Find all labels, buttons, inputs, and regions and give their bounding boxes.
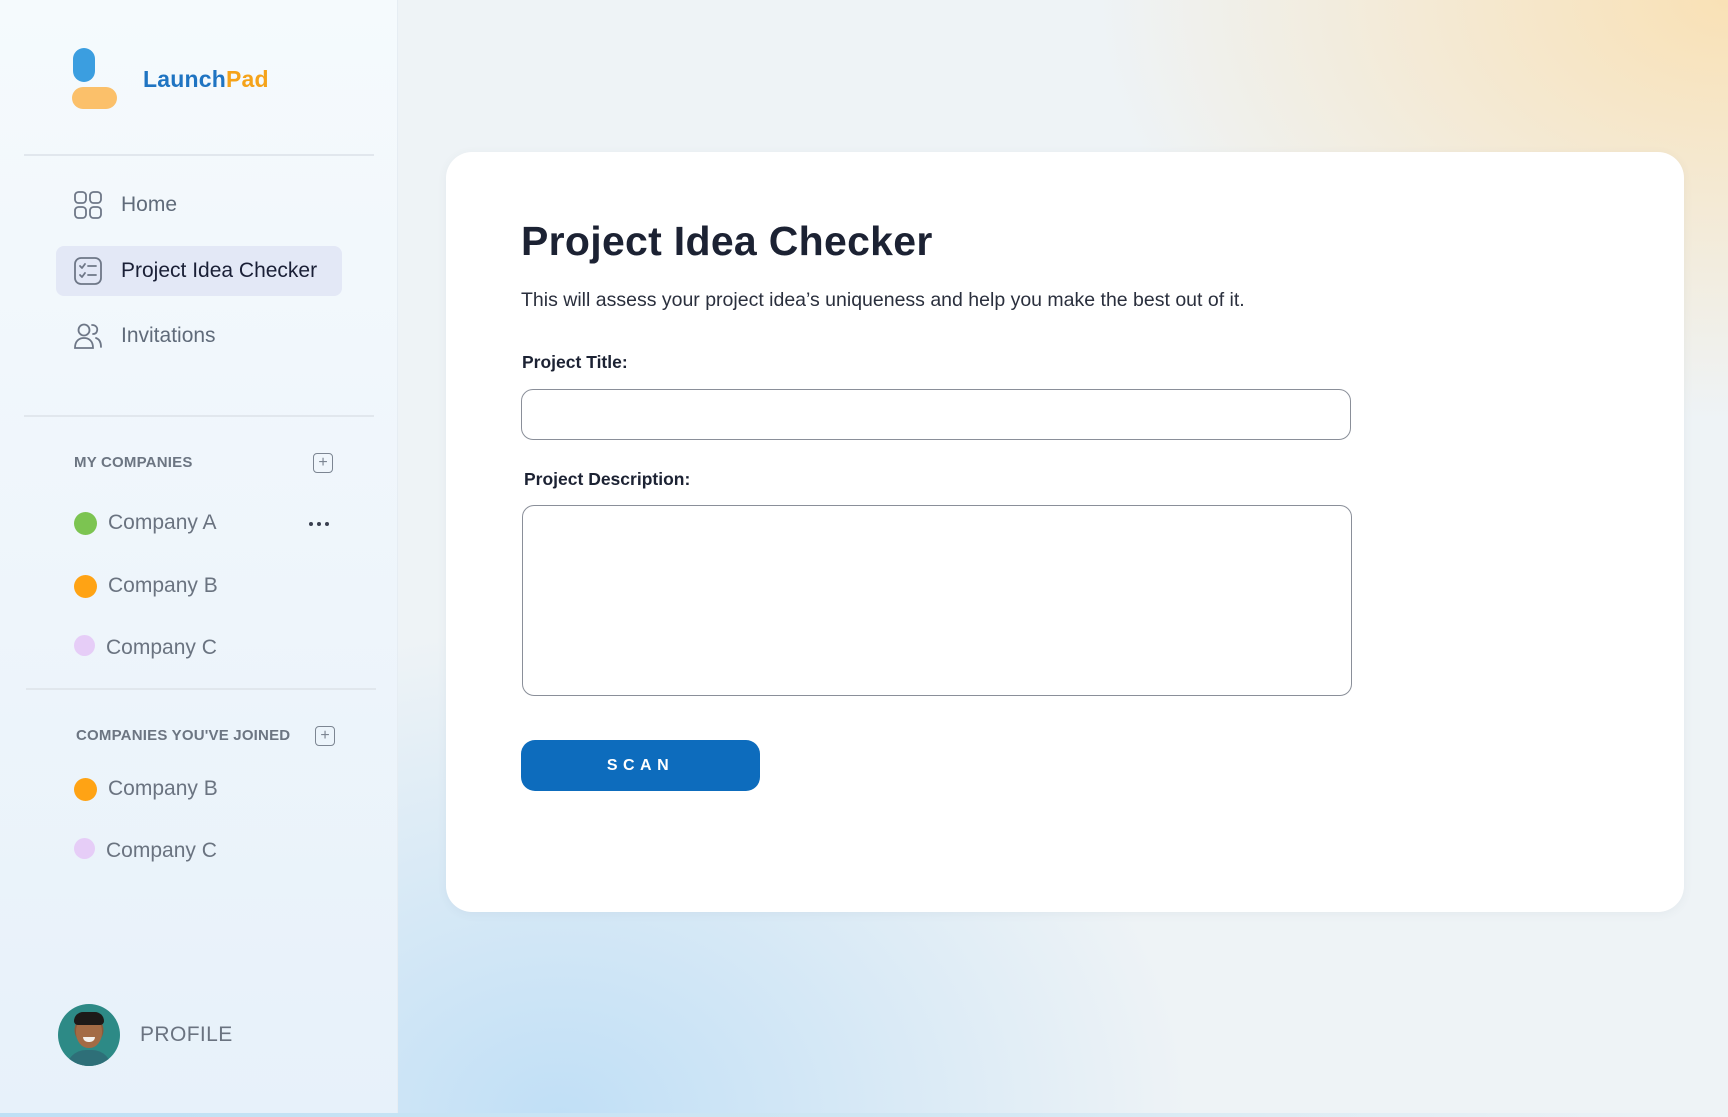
scan-button[interactable]: SCAN [521, 740, 760, 791]
bottom-accent-line [0, 1113, 1728, 1117]
company-name: Company B [108, 574, 218, 597]
project-idea-checker-card: Project Idea Checker This will assess yo… [446, 152, 1684, 912]
my-companies-heading: MY COMPANIES [74, 454, 193, 471]
launchpad-logo-icon [72, 48, 118, 110]
joined-company-item-c[interactable]: Company C [74, 836, 344, 866]
page-title: Project Idea Checker [521, 218, 933, 264]
project-description-label: Project Description: [524, 469, 691, 489]
sidebar-divider [24, 415, 374, 417]
company-color-dot [74, 511, 97, 535]
checklist-icon [73, 256, 103, 286]
company-name: Company A [108, 511, 217, 534]
company-color-dot [74, 837, 95, 859]
profile-label: PROFILE [140, 1023, 233, 1046]
company-color-dot [74, 634, 95, 656]
project-title-label: Project Title: [522, 352, 628, 372]
more-options-icon[interactable] [304, 514, 334, 534]
company-name: Company C [106, 839, 217, 862]
add-company-icon[interactable]: + [313, 453, 333, 473]
project-description-textarea[interactable] [522, 505, 1352, 696]
company-name: Company C [106, 636, 217, 659]
brand-logo[interactable]: LaunchPad [72, 48, 269, 110]
project-title-input[interactable] [521, 389, 1351, 440]
avatar [58, 1004, 120, 1066]
company-color-dot [74, 574, 97, 598]
joined-company-item-b[interactable]: Company B [74, 774, 344, 804]
brand-name: LaunchPad [143, 65, 269, 92]
add-joined-company-icon[interactable]: + [315, 726, 335, 746]
sidebar-item-home[interactable]: Home [56, 180, 342, 230]
sidebar-item-project-idea-checker[interactable]: Project Idea Checker [56, 246, 342, 296]
page-subtitle: This will assess your project idea’s uni… [521, 289, 1245, 311]
users-icon [73, 321, 103, 351]
company-color-dot [74, 777, 97, 801]
sidebar-item-invitations[interactable]: Invitations [56, 311, 342, 361]
company-item-c[interactable]: Company C [74, 633, 344, 663]
grid-icon [73, 190, 103, 220]
sidebar-item-label: Project Idea Checker [121, 259, 318, 282]
sidebar: LaunchPad Home Project Idea Checker Invi… [0, 0, 398, 1113]
company-name: Company B [108, 777, 218, 800]
company-item-b[interactable]: Company B [74, 571, 344, 601]
joined-companies-heading: COMPANIES YOU'VE JOINED [76, 727, 291, 744]
sidebar-item-label: Invitations [121, 324, 216, 347]
sidebar-item-label: Home [121, 193, 178, 216]
sidebar-divider [24, 154, 374, 156]
profile-link[interactable]: PROFILE [58, 1004, 233, 1066]
sidebar-divider [26, 688, 376, 690]
